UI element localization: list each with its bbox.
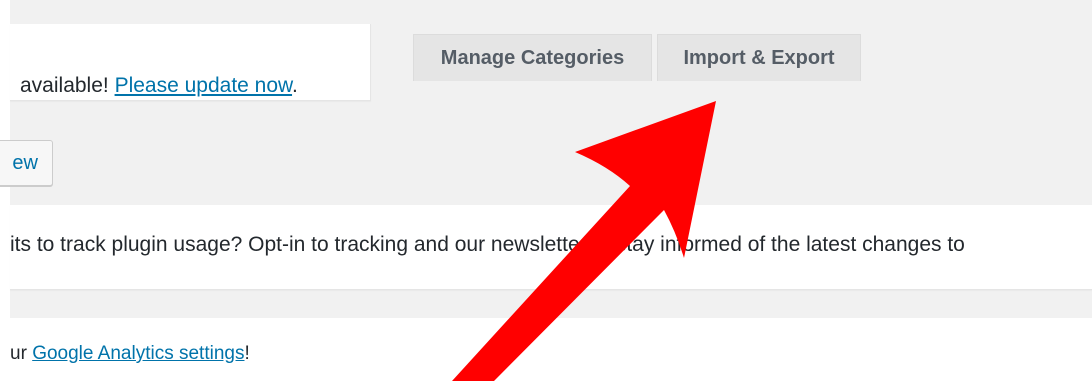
left-edge-strip	[0, 0, 10, 381]
optin-notice-text: its to track plugin usage? Opt-in to tra…	[10, 233, 965, 256]
please-update-now-link[interactable]: Please update now	[115, 74, 292, 97]
preview-button[interactable]: ew	[0, 140, 53, 186]
update-notice: available! Please update now.	[10, 24, 371, 101]
update-notice-suffix: .	[292, 74, 298, 97]
tab-manage-categories[interactable]: Manage Categories	[413, 34, 652, 81]
tab-import-export-label: Import & Export	[683, 46, 835, 69]
preview-button-label: ew	[12, 151, 38, 174]
ga-notice-prefix: ur	[10, 343, 33, 364]
update-notice-prefix: available!	[20, 74, 115, 97]
update-notice-text: available! Please update now.	[20, 74, 298, 98]
tab-manage-categories-label: Manage Categories	[440, 46, 625, 69]
google-analytics-settings-link[interactable]: Google Analytics settings	[32, 343, 244, 364]
google-analytics-notice: ur Google Analytics settings!	[10, 343, 250, 365]
optin-notice: its to track plugin usage? Opt-in to tra…	[10, 205, 1092, 290]
ga-notice-suffix: !	[244, 343, 250, 364]
tab-import-export[interactable]: Import & Export	[657, 34, 861, 81]
